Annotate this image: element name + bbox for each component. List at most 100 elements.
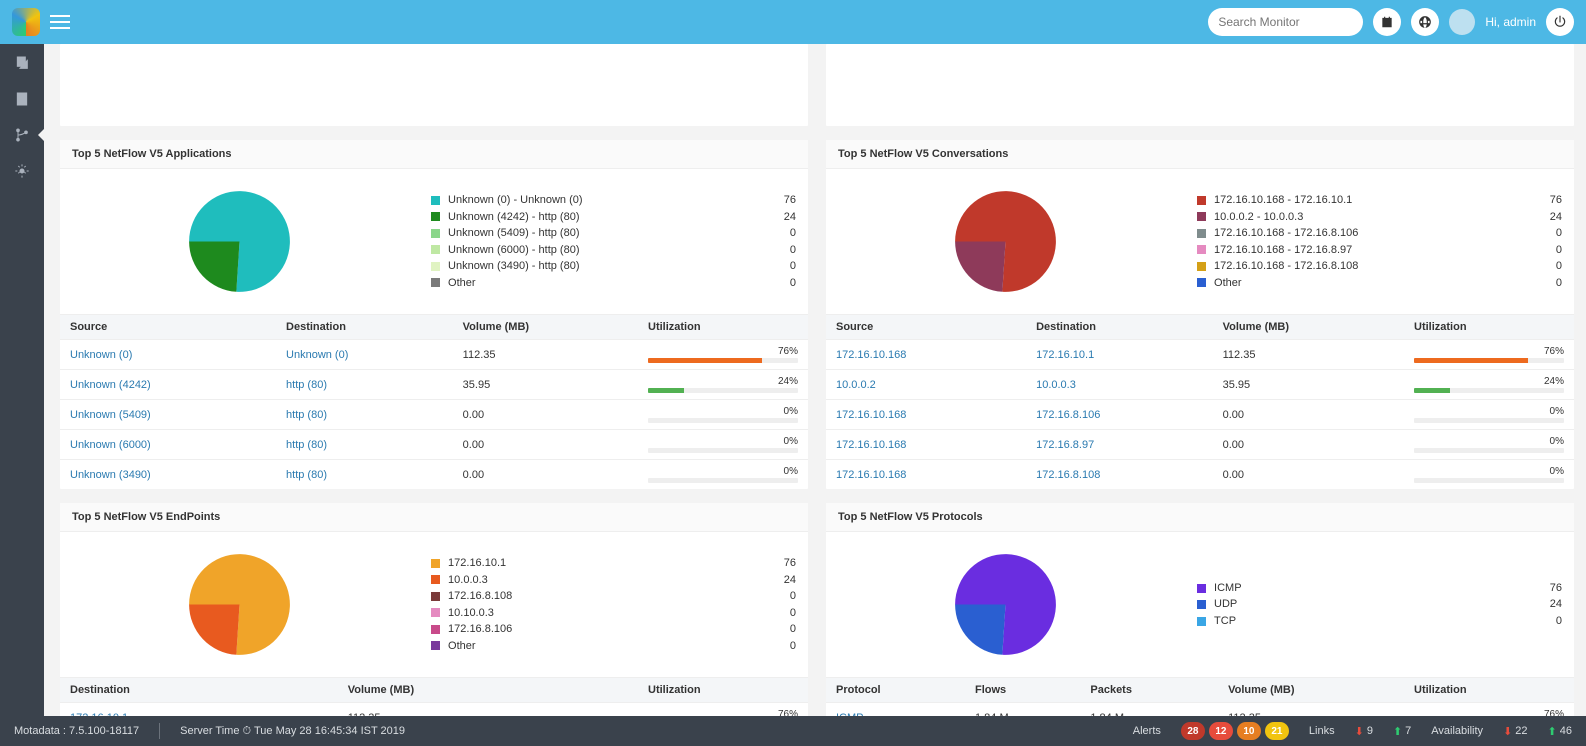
pie-chart-protocols	[953, 552, 1058, 657]
globe-icon	[1418, 15, 1432, 29]
sidenav-item-2[interactable]	[0, 84, 44, 114]
link[interactable]: http (80)	[286, 409, 327, 421]
legend-item: 172.16.10.168 - 172.16.10.176	[1197, 192, 1562, 209]
cell: Unknown (6000)	[60, 430, 276, 460]
legend-name: 172.16.10.168 - 172.16.8.97	[1214, 242, 1522, 259]
link[interactable]: http (80)	[286, 379, 327, 391]
table-row: ICMP1.84 M1.84 M112.3576%	[826, 703, 1574, 717]
link[interactable]: 10.0.0.3	[1036, 379, 1076, 391]
cell: 0.00	[453, 400, 638, 430]
link[interactable]: 172.16.10.168	[836, 409, 906, 421]
legend-swatch	[431, 592, 440, 601]
availability-label: Availability	[1431, 725, 1483, 737]
cell: 112.35	[1213, 340, 1404, 370]
col-flows: Flows	[965, 678, 1080, 703]
logout-button[interactable]	[1546, 8, 1574, 36]
cell: 35.95	[453, 370, 638, 400]
badge-major[interactable]: 12	[1209, 722, 1233, 740]
col-source: Source	[60, 315, 276, 340]
link[interactable]: Unknown (3490)	[70, 469, 151, 481]
links-label: Links	[1309, 725, 1335, 737]
legend-name: 10.0.0.2 - 10.0.0.3	[1214, 209, 1522, 226]
search-input[interactable]	[1218, 15, 1373, 29]
availability-down: ⬇22	[1503, 725, 1527, 738]
link[interactable]: http (80)	[286, 439, 327, 451]
legend-name: 172.16.10.1	[448, 555, 756, 572]
link[interactable]: 172.16.10.168	[836, 349, 906, 361]
legend-item: 172.16.10.168 - 172.16.8.1060	[1197, 225, 1562, 242]
badge-low[interactable]: 21	[1265, 722, 1289, 740]
search-monitor[interactable]	[1208, 8, 1363, 36]
badge-warning[interactable]: 10	[1237, 722, 1261, 740]
link[interactable]: 172.16.10.1	[1036, 349, 1094, 361]
app-logo	[12, 8, 40, 36]
globe-button[interactable]	[1411, 8, 1439, 36]
table-row: 10.0.0.210.0.0.335.9524%	[826, 370, 1574, 400]
cell: 0.00	[1213, 460, 1404, 490]
legend-item: 172.16.8.1060	[431, 621, 796, 638]
link[interactable]: 172.16.8.97	[1036, 439, 1094, 451]
utilization-cell: 0%	[1404, 400, 1574, 430]
utilization-cell: 24%	[1404, 370, 1574, 400]
link[interactable]: 172.16.8.106	[1036, 409, 1100, 421]
legend-swatch	[1197, 196, 1206, 205]
menu-toggle[interactable]	[50, 15, 70, 29]
document-icon	[14, 91, 30, 107]
side-nav	[0, 44, 44, 716]
legend-item: 172.16.8.1080	[431, 588, 796, 605]
legend-name: 172.16.8.108	[448, 588, 756, 605]
cell: http (80)	[276, 370, 453, 400]
main-content[interactable]: Top 5 NetFlow V5 Applications Unknown (0…	[44, 44, 1586, 716]
utilization-cell: 76%	[1404, 340, 1574, 370]
col-protocol: Protocol	[826, 678, 965, 703]
sidenav-item-3[interactable]	[0, 120, 44, 150]
cell: ICMP	[826, 703, 965, 717]
endpoints-table: Destination Volume (MB) Utilization 172.…	[60, 677, 808, 716]
power-icon	[1553, 15, 1567, 29]
table-row: Unknown (6000)http (80)0.000%	[60, 430, 808, 460]
legend-swatch	[431, 212, 440, 221]
cell: http (80)	[276, 400, 453, 430]
badge-critical[interactable]: 28	[1181, 722, 1205, 740]
legend-value: 0	[1530, 225, 1562, 242]
legend-swatch	[431, 608, 440, 617]
legend-name: Other	[448, 275, 756, 292]
utilization-bar	[1414, 478, 1564, 483]
utilization-cell: 76%	[1404, 703, 1574, 717]
legend-value: 0	[764, 225, 796, 242]
legend-value: 0	[764, 605, 796, 622]
link[interactable]: Unknown (0)	[70, 349, 132, 361]
apps-table: Source Destination Volume (MB) Utilizati…	[60, 314, 808, 489]
cell: 172.16.10.168	[826, 400, 1026, 430]
cell: 10.0.0.3	[1026, 370, 1213, 400]
link[interactable]: Unknown (0)	[286, 349, 348, 361]
link[interactable]: 10.0.0.2	[836, 379, 876, 391]
utilization-pct: 0%	[1414, 406, 1564, 417]
link[interactable]: Unknown (6000)	[70, 439, 151, 451]
link[interactable]: http (80)	[286, 469, 327, 481]
links-down: ⬇9	[1355, 725, 1373, 738]
link[interactable]: Unknown (5409)	[70, 409, 151, 421]
footer: Motadata : 7.5.100-18117 Server Time ⏱ T…	[0, 716, 1586, 746]
utilization-pct: 0%	[648, 436, 798, 447]
col-utilization: Utilization	[638, 678, 808, 703]
link[interactable]: Unknown (4242)	[70, 379, 151, 391]
col-source: Source	[826, 315, 1026, 340]
avatar[interactable]	[1449, 9, 1475, 35]
sidenav-item-4[interactable]	[0, 156, 44, 186]
legend-name: Unknown (6000) - http (80)	[448, 242, 756, 259]
legend-name: 10.10.0.3	[448, 605, 756, 622]
pie-chart-conversations	[953, 189, 1058, 294]
legend-swatch	[1197, 245, 1206, 254]
utilization-pct: 24%	[648, 376, 798, 387]
link[interactable]: 172.16.10.168	[836, 469, 906, 481]
cell: 172.16.10.1	[60, 703, 338, 717]
link[interactable]: 172.16.10.168	[836, 439, 906, 451]
cell: 172.16.10.168	[826, 340, 1026, 370]
alerts-badges[interactable]: 28 12 10 21	[1181, 722, 1289, 740]
sidenav-item-1[interactable]	[0, 48, 44, 78]
clipboard-button[interactable]	[1373, 8, 1401, 36]
legend-item: 10.0.0.324	[431, 572, 796, 589]
link[interactable]: 172.16.8.108	[1036, 469, 1100, 481]
legend-name: ICMP	[1214, 580, 1522, 597]
